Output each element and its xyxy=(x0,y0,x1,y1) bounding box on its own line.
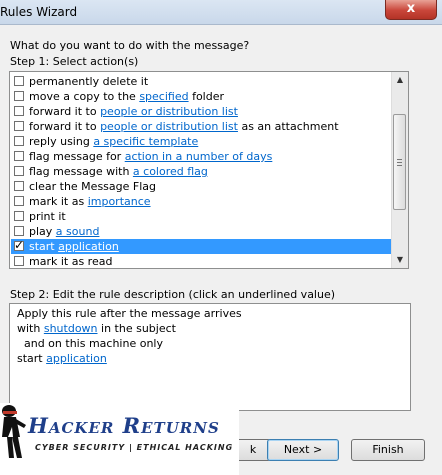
action-text-part: move a copy to the xyxy=(29,90,140,103)
action-text-part: clear the Message Flag xyxy=(29,180,156,193)
action-link[interactable]: people or distribution list xyxy=(100,120,238,133)
rule-description-box: Apply this rule after the message arrive… xyxy=(9,303,411,411)
action-item[interactable]: start application xyxy=(11,238,392,254)
hacker-figure-icon xyxy=(2,405,26,458)
action-text-part: permanently delete it xyxy=(29,75,149,88)
scroll-up-arrow-icon[interactable]: ▲ xyxy=(392,72,408,88)
action-checkbox[interactable] xyxy=(14,211,24,221)
action-item[interactable]: forward it to people or distribution lis… xyxy=(11,104,392,119)
action-text: permanently delete it xyxy=(29,74,148,89)
action-text: flag message for action in a number of d… xyxy=(29,149,272,164)
description-text: in the subject xyxy=(97,322,176,335)
action-link[interactable]: action in a number of days xyxy=(125,150,273,163)
action-text-part: flag message with xyxy=(29,165,133,178)
action-text-part: reply using xyxy=(29,135,94,148)
action-text-part: as an attachment xyxy=(237,120,339,133)
action-checkbox[interactable] xyxy=(14,196,24,206)
description-link[interactable]: application xyxy=(46,352,107,365)
logo-title: Hacker Returns xyxy=(28,413,220,438)
action-checkbox[interactable] xyxy=(14,256,24,266)
description-text: start xyxy=(17,352,47,365)
action-item[interactable]: reply using a specific template xyxy=(11,134,392,149)
action-text: play a sound xyxy=(29,224,99,239)
close-icon: x xyxy=(406,1,416,16)
action-item[interactable]: mark it as importance xyxy=(11,194,392,209)
description-text: with xyxy=(17,322,44,335)
action-link[interactable]: people or distribution list xyxy=(100,105,238,118)
action-item[interactable]: forward it to people or distribution lis… xyxy=(11,119,392,134)
action-text-part: forward it to xyxy=(29,105,101,118)
action-text-part: forward it to xyxy=(29,120,101,133)
action-text: forward it to people or distribution lis… xyxy=(29,104,238,119)
action-checkbox[interactable] xyxy=(14,166,24,176)
action-text: mark it as importance xyxy=(29,194,151,209)
description-line: Apply this rule after the message arrive… xyxy=(17,307,242,320)
close-button[interactable]: x xyxy=(385,0,437,20)
action-checkbox[interactable] xyxy=(14,151,24,161)
action-link[interactable]: a specific template xyxy=(93,135,198,148)
action-checkbox[interactable] xyxy=(14,76,24,86)
action-text: clear the Message Flag xyxy=(29,179,156,194)
title-bar: Rules Wizard x xyxy=(0,0,442,25)
description-line: with shutdown in the subject xyxy=(17,322,176,335)
action-text: move a copy to the specified folder xyxy=(29,89,224,104)
finish-button[interactable]: Finish xyxy=(351,439,425,461)
action-link[interactable]: a sound xyxy=(56,225,100,238)
description-line: and on this machine only xyxy=(17,337,163,350)
prompt-text: What do you want to do with the message? xyxy=(10,39,250,52)
action-text-part: play xyxy=(29,225,56,238)
action-item[interactable]: mark it as read xyxy=(11,254,392,268)
action-text-part: print it xyxy=(29,210,66,223)
next-button[interactable]: Next > xyxy=(267,439,339,461)
step1-label: Step 1: Select action(s) xyxy=(10,55,139,68)
grip-line xyxy=(397,165,402,166)
action-text: flag message with a colored flag xyxy=(29,164,208,179)
action-text-part: folder xyxy=(188,90,225,103)
action-checkbox[interactable] xyxy=(14,136,24,146)
back-button[interactable]: k xyxy=(235,439,271,461)
action-checkbox[interactable] xyxy=(14,106,24,116)
window-title: Rules Wizard xyxy=(0,5,78,19)
description-line: start application xyxy=(17,352,107,365)
scrollbar[interactable]: ▲ ▼ xyxy=(391,72,408,268)
description-text: and on this machine only xyxy=(17,337,163,350)
action-item[interactable]: clear the Message Flag xyxy=(11,179,392,194)
action-item[interactable]: permanently delete it xyxy=(11,74,392,89)
action-checkbox[interactable] xyxy=(14,238,24,253)
action-item[interactable]: flag message for action in a number of d… xyxy=(11,149,392,164)
description-text: Apply this rule after the message arrive… xyxy=(17,307,242,320)
actions-listbox[interactable]: permanently delete it move a copy to the … xyxy=(9,71,409,269)
action-checkbox[interactable] xyxy=(14,91,24,101)
action-item[interactable]: flag message with a colored flag xyxy=(11,164,392,179)
scroll-thumb[interactable] xyxy=(393,114,406,210)
action-text: print it xyxy=(29,209,66,224)
action-text: forward it to people or distribution lis… xyxy=(29,119,339,134)
action-item[interactable]: play a sound xyxy=(11,224,392,239)
action-text-part: mark it as xyxy=(29,195,88,208)
scroll-down-arrow-icon[interactable]: ▼ xyxy=(392,252,408,268)
action-text: start application xyxy=(29,239,119,254)
action-text: mark it as read xyxy=(29,254,113,268)
action-text-part: start xyxy=(29,240,59,253)
grip-line xyxy=(397,159,402,160)
action-text: reply using a specific template xyxy=(29,134,198,149)
action-text-part: mark it as read xyxy=(29,255,113,268)
grip-line xyxy=(397,162,402,163)
action-checkbox[interactable] xyxy=(14,121,24,131)
action-link[interactable]: specified xyxy=(139,90,188,103)
action-text-part: flag message for xyxy=(29,150,125,163)
action-checkbox[interactable] xyxy=(14,226,24,236)
action-item[interactable]: move a copy to the specified folder xyxy=(11,89,392,104)
action-link[interactable]: a colored flag xyxy=(133,165,208,178)
logo-subtitle: Cyber Security | Ethical Hacking xyxy=(35,443,234,452)
action-link[interactable]: importance xyxy=(88,195,151,208)
step2-label: Step 2: Edit the rule description (click… xyxy=(10,288,336,301)
action-link[interactable]: application xyxy=(58,240,119,253)
action-item[interactable]: print it xyxy=(11,209,392,224)
description-link[interactable]: shutdown xyxy=(44,322,98,335)
action-checkbox[interactable] xyxy=(14,181,24,191)
watermark-logo: Hacker Returns Cyber Security | Ethical … xyxy=(0,403,239,475)
